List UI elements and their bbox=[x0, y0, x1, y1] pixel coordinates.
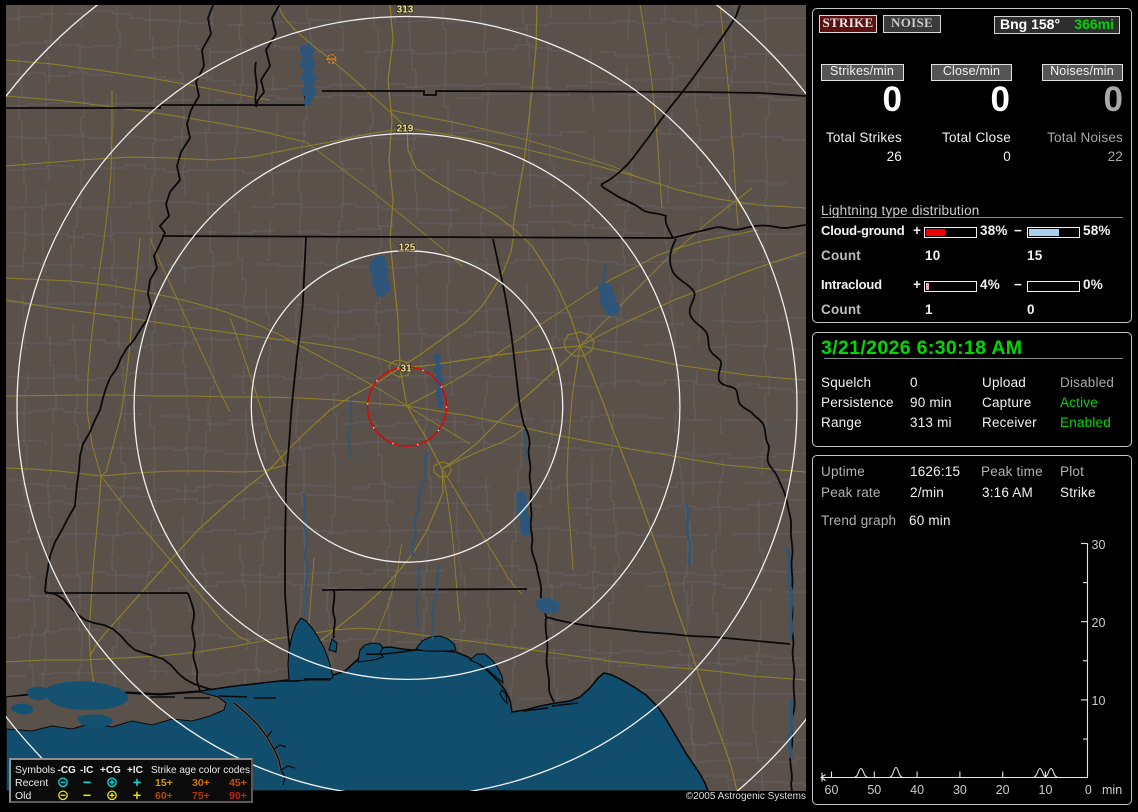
svg-text:min: min bbox=[1102, 783, 1122, 797]
svg-text:50: 50 bbox=[867, 783, 881, 797]
svg-text:0: 0 bbox=[1085, 783, 1092, 797]
svg-text:40: 40 bbox=[910, 783, 924, 797]
svg-text:30: 30 bbox=[953, 783, 967, 797]
svg-text:60: 60 bbox=[825, 783, 839, 797]
svg-text:10: 10 bbox=[1092, 694, 1106, 708]
svg-text:20: 20 bbox=[1092, 616, 1106, 630]
svg-text:30: 30 bbox=[1092, 538, 1106, 552]
svg-text:20: 20 bbox=[996, 783, 1010, 797]
svg-text:10: 10 bbox=[1039, 783, 1053, 797]
